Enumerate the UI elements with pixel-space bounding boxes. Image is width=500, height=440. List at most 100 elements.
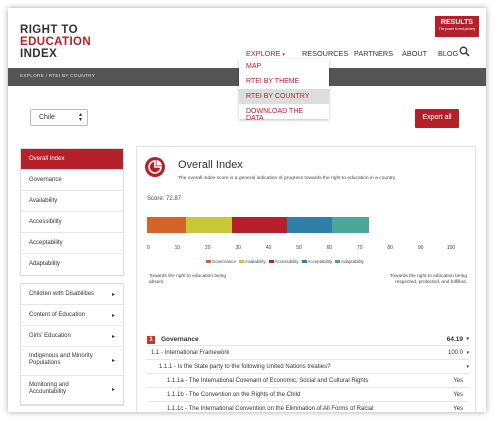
chevron-right-icon: ▸	[111, 292, 115, 298]
bar-segment-governance	[147, 217, 187, 233]
sidebar-item-availability[interactable]: Availability	[21, 191, 123, 212]
sidebar-item-children-disabilities[interactable]: Children with Disabilities ▸	[21, 284, 123, 305]
logo-line-1: RIGHT TO	[20, 24, 78, 36]
table-row: 1.1.1b - The Convention on the Rights of…	[147, 388, 469, 402]
menu-item-rtei-by-country[interactable]: RTEI BY COUNTRY	[239, 89, 329, 104]
results-badge[interactable]: RESULTS The power to end poverty	[435, 16, 479, 37]
legend-label: Adaptability	[341, 259, 364, 264]
chevron-down-icon[interactable]: ▾	[466, 336, 469, 342]
nav-blog[interactable]: BLOG	[438, 49, 458, 58]
sidebar-item-girls-education[interactable]: Girls' Education ▸	[21, 326, 123, 347]
row-label: 1.1.1 - Is the State party to the follow…	[159, 364, 331, 370]
nav-explore[interactable]: EXPLORE ▾	[246, 49, 285, 58]
sidebar-item-label: Indigenous and Minority Populations	[29, 353, 93, 366]
breadcrumb: EXPLORE / RTEI BY COUNTRY	[20, 74, 96, 79]
row-label: Governance	[161, 336, 199, 343]
chevron-right-icon: ▸	[111, 334, 115, 340]
bar-segment-accessibility	[231, 217, 288, 233]
page-description: The overall index score is a general ind…	[178, 176, 397, 181]
sidebar-item-governance[interactable]: Governance	[21, 170, 123, 191]
tick-label: 80	[387, 245, 393, 251]
sidebar-item-accessibility[interactable]: Accessibility	[21, 212, 123, 233]
main-panel: Overall Index The overall index score is…	[136, 146, 476, 412]
legend-swatch	[335, 260, 341, 264]
sidebar-item-adaptability[interactable]: Adaptability	[21, 254, 123, 275]
indicator-table: 1 Governance 64.19 ▾ 1.1 - International F…	[147, 332, 469, 412]
country-select[interactable]: Chile ▴ ▾	[30, 109, 88, 126]
row-value: Yes	[453, 378, 463, 384]
sidebar-item-label: Monitoring and Accountability	[29, 382, 69, 395]
legend-item: Acceptability	[299, 259, 333, 264]
sidebar-item-content-education[interactable]: Content of Education ▸	[21, 305, 123, 326]
select-arrows-icon: ▴ ▾	[78, 112, 82, 123]
row-label: 1.1.1a - The International Covenant of E…	[167, 378, 369, 384]
left-scale-note: Towards the right to education being abs…	[149, 274, 227, 285]
sidebar-item-label: Children with Disabilities	[29, 291, 95, 297]
sidebar-item-label: Girls' Education	[29, 333, 71, 339]
legend-label: Accessibility	[274, 259, 299, 264]
table-row[interactable]: 1 Governance 64.19 ▾	[147, 332, 469, 346]
legend-swatch	[268, 260, 274, 264]
row-value: Yes	[453, 406, 463, 412]
table-row[interactable]: 1.1 - International Framework 100.0 ▾	[147, 346, 469, 360]
logo-line-3: INDEX	[20, 48, 58, 60]
page-card: RIGHT TO EDUCATION INDEX RESULTS The pow…	[8, 8, 486, 412]
rtei-logo[interactable]: RIGHT TO EDUCATION INDEX	[20, 24, 91, 60]
chart-legend: Governance Availability Accessibility Accep…	[203, 259, 364, 264]
country-select-value: Chile	[39, 114, 55, 121]
sidebar-item-indigenous[interactable]: Indigenous and Minority Populations ▸	[21, 347, 123, 376]
theme-number-badge: 1	[147, 336, 155, 344]
tick-label: 20	[205, 245, 211, 251]
bar-segment-availability	[186, 217, 232, 233]
chevron-right-icon: ▸	[111, 313, 115, 319]
legend-item: Availability	[236, 259, 266, 264]
sidebar-item-overall-index[interactable]: Overall Index	[21, 149, 123, 170]
sidebar-item-acceptability[interactable]: Acceptability	[21, 233, 123, 254]
chevron-right-icon: ▸	[111, 358, 115, 364]
chevron-down-icon: ▾	[282, 52, 286, 58]
tick-label: 60	[326, 245, 333, 251]
table-row[interactable]: 1.1.1 - Is the State party to the follow…	[147, 360, 469, 374]
legend-item: Adaptability	[332, 259, 364, 264]
row-value: Yes	[453, 392, 463, 398]
row-value: 64.19	[446, 336, 463, 343]
overall-index-icon	[145, 157, 165, 177]
tick-label: 70	[357, 245, 363, 251]
nav-explore-label: EXPLORE	[246, 49, 281, 58]
page-title: Overall Index	[178, 159, 243, 171]
legend-swatch	[238, 260, 244, 264]
tick-label: 50	[296, 245, 302, 251]
tick-label: 0	[147, 245, 150, 251]
legend-label: Acceptability	[307, 259, 333, 264]
table-row: 1.1.1c - The International Convention on…	[147, 402, 469, 412]
logo-line-2: EDUCATION	[20, 36, 92, 48]
legend-swatch	[301, 260, 307, 264]
chevron-down-icon[interactable]: ▾	[466, 364, 469, 370]
nav-about[interactable]: ABOUT	[402, 49, 427, 58]
sidebar-themes: Overall Index Governance Availability Ac…	[20, 148, 124, 276]
menu-item-download-data[interactable]: DOWNLOAD THE DATA	[239, 104, 329, 122]
legend-swatch	[206, 260, 211, 264]
legend-label: Governance	[212, 259, 236, 264]
menu-item-map[interactable]: MAP	[239, 59, 329, 74]
tick-label: 100	[446, 245, 456, 251]
search-icon[interactable]	[459, 46, 470, 57]
sidebar-item-monitoring[interactable]: Monitoring and Accountability ▸	[21, 376, 123, 405]
results-badge-title: RESULTS	[440, 19, 474, 26]
legend-label: Availability	[244, 259, 266, 264]
menu-item-rtei-by-theme[interactable]: RTEI BY THEME	[239, 74, 329, 89]
export-all-button[interactable]: Export all	[415, 109, 459, 128]
chevron-down-icon[interactable]: ▾	[466, 350, 469, 356]
stacked-score-bar	[147, 217, 451, 233]
bar-segment-adaptability	[331, 217, 369, 233]
sidebar-cross-cutting: Children with Disabilities ▸ Content of E…	[20, 283, 124, 406]
nav-resources[interactable]: RESOURCES	[302, 49, 348, 58]
right-scale-note: Towards the right to education being res…	[389, 274, 467, 285]
bar-segment-acceptability	[287, 217, 332, 233]
row-label: 1.1.1c - The International Convention on…	[167, 406, 374, 412]
score-label: Score: 72.87	[147, 196, 182, 202]
row-label: 1.1 - International Framework	[151, 350, 230, 356]
results-badge-subtitle: The power to end poverty	[438, 27, 476, 31]
tick-label: 40	[265, 245, 272, 251]
nav-partners[interactable]: PARTNERS	[354, 49, 393, 58]
